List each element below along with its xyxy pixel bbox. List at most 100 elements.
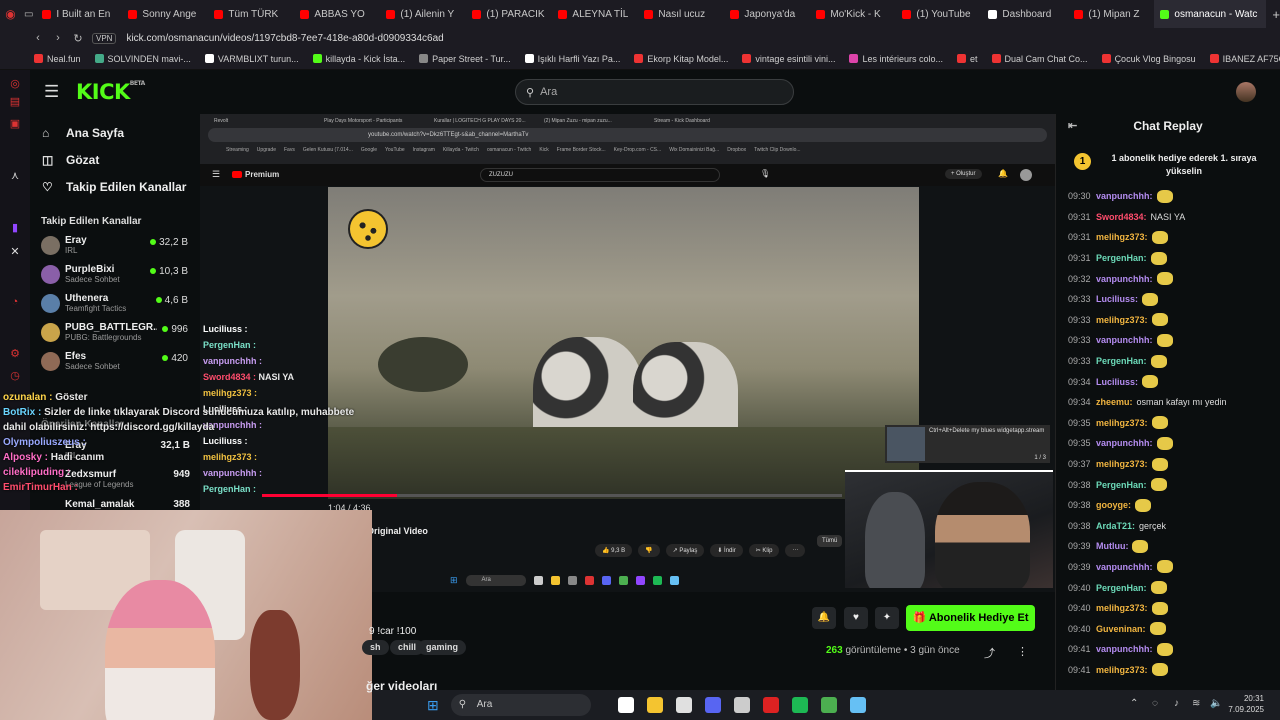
bookmark-item[interactable]: Les intérieurs colo...: [849, 54, 943, 64]
chat-message[interactable]: 09:31 PergenHan:: [1056, 248, 1280, 269]
new-tab-button[interactable]: +: [1272, 7, 1280, 22]
bookmark-item[interactable]: vintage esintili vini...: [742, 54, 835, 64]
sidebar-channel[interactable]: PUBG_BATTLEGR... PUBG: Battlegrounds 996: [30, 320, 200, 349]
chat-username[interactable]: PergenHan:: [1096, 356, 1147, 366]
chat-username[interactable]: melihgz373:: [1096, 418, 1148, 428]
chat-username[interactable]: Mutluu:: [1096, 541, 1128, 551]
collapse-chat-icon[interactable]: ⇤: [1068, 114, 1077, 138]
browser-tab[interactable]: Japonya'da: [724, 0, 810, 28]
taskbar-app-icon[interactable]: [762, 697, 779, 713]
gift-leaderboard-banner[interactable]: 1 1 abonelik hediye ederek 1. sıraya yük…: [1062, 146, 1274, 186]
tray-chevron-icon[interactable]: ⌃: [1130, 698, 1138, 709]
bookmark-item[interactable]: et: [957, 54, 978, 64]
tab-groups-icon[interactable]: ▭: [21, 9, 36, 20]
vpn-badge[interactable]: VPN: [92, 32, 117, 44]
forward-icon[interactable]: ›: [48, 32, 68, 44]
nav-takip-edilen-kanallar[interactable]: ♡ Takip Edilen Kanallar: [30, 173, 200, 200]
nav-ana-sayfa[interactable]: ⌂ Ana Sayfa: [30, 119, 200, 146]
browser-tab[interactable]: Sonny Ange: [122, 0, 208, 28]
chat-message[interactable]: 09:41 melihgz373:: [1056, 660, 1280, 681]
browser-tab[interactable]: Tüm TÜRK: [208, 0, 294, 28]
follow-heart-button[interactable]: ♥: [844, 607, 868, 629]
notification-bell-button[interactable]: 🔔: [812, 607, 836, 629]
bookmark-item[interactable]: Işıklı Harfli Yazı Pa...: [524, 54, 620, 64]
taskbar-app-icon[interactable]: [791, 697, 808, 713]
chat-username[interactable]: PergenHan:: [1096, 480, 1147, 490]
chat-username[interactable]: vanpunchhh:: [1096, 274, 1153, 284]
chat-username[interactable]: ArdaT21:: [1096, 521, 1135, 531]
chat-username[interactable]: zheemu:: [1096, 397, 1133, 407]
chat-username[interactable]: vanpunchhh:: [1096, 335, 1153, 345]
browser-menu-icon[interactable]: ◉: [0, 7, 21, 21]
browser-tab[interactable]: (1) YouTube: [896, 0, 982, 28]
reload-icon[interactable]: ↻: [68, 32, 88, 45]
chat-message[interactable]: 09:37 melihgz373:: [1056, 454, 1280, 475]
chat-username[interactable]: gooyge:: [1096, 500, 1131, 510]
chat-message[interactable]: 09:35 vanpunchhh:: [1056, 433, 1280, 454]
sidebar-channel[interactable]: PurpleBixi Sadece Sohbet 10,3 B: [30, 262, 200, 291]
browser-tab[interactable]: I Built an En: [36, 0, 122, 28]
bookmark-item[interactable]: Neal.fun: [34, 54, 81, 64]
kick-logo[interactable]: KICKBETA: [76, 80, 145, 104]
more-options-icon[interactable]: ⋮: [1017, 645, 1028, 658]
bookmark-item[interactable]: killayda - Kick İsta...: [312, 54, 405, 64]
back-icon[interactable]: ‹: [28, 32, 48, 44]
bookmark-item[interactable]: Ekorp Kitap Model...: [634, 54, 728, 64]
chat-message[interactable]: 09:31 melihgz373:: [1056, 227, 1280, 248]
mic-icon[interactable]: ♪: [1174, 698, 1179, 709]
tag-gaming[interactable]: gaming: [418, 640, 467, 655]
sidebar-channel-kemal[interactable]: Kemal_amalak 388: [65, 499, 190, 510]
sidebar-channel[interactable]: Eray IRL 32,2 B: [30, 233, 200, 262]
chat-username[interactable]: Sword4834:: [1096, 212, 1147, 222]
chat-username[interactable]: Luciliuss:: [1096, 377, 1138, 387]
chat-username[interactable]: vanpunchhh:: [1096, 191, 1153, 201]
chat-message[interactable]: 09:34 Luciliuss:: [1056, 371, 1280, 392]
bookmark-item[interactable]: Dual Cam Chat Co...: [991, 54, 1088, 64]
taskbar-app-icon[interactable]: [733, 697, 750, 713]
tag-sh[interactable]: sh: [362, 640, 389, 655]
nav-gözat[interactable]: ◫ Gözat: [30, 146, 200, 173]
chat-message[interactable]: 09:30 vanpunchhh:: [1056, 186, 1280, 207]
chat-message[interactable]: 09:38 ArdaT21: gerçek: [1056, 516, 1280, 537]
network-icon[interactable]: ◌: [1152, 698, 1158, 709]
chat-message[interactable]: 09:38 PergenHan:: [1056, 474, 1280, 495]
user-avatar[interactable]: [1236, 82, 1256, 102]
chat-message[interactable]: 09:39 Mutluu:: [1056, 536, 1280, 557]
sparkle-button[interactable]: ✦: [875, 607, 899, 629]
bookmark-item[interactable]: VARMBLIXT turun...: [204, 54, 299, 64]
clock-side-icon[interactable]: ◷: [9, 370, 21, 382]
browser-tab[interactable]: (1) Mipan Z: [1068, 0, 1154, 28]
taskbar-app-icon[interactable]: [646, 697, 663, 713]
taskbar-app-icon[interactable]: [704, 697, 721, 713]
chat-message[interactable]: 09:33 vanpunchhh:: [1056, 330, 1280, 351]
chat-username[interactable]: melihgz373:: [1096, 232, 1148, 242]
sidebar-channel[interactable]: Uthenera Teamfight Tactics 4,6 B: [30, 291, 200, 320]
chat-username[interactable]: PergenHan:: [1096, 253, 1147, 263]
taskbar-app-icon[interactable]: [820, 697, 837, 713]
chat-message[interactable]: 09:33 Luciliuss:: [1056, 289, 1280, 310]
chat-message[interactable]: 09:41 vanpunchhh:: [1056, 639, 1280, 660]
chat-message[interactable]: 09:34 zheemu: osman kafayı mı yedin: [1056, 392, 1280, 413]
bookmark-item[interactable]: Paper Street - Tur...: [419, 54, 511, 64]
browser-tab[interactable]: (1) Ailenin Y: [380, 0, 466, 28]
hamburger-menu-icon[interactable]: ☰: [44, 82, 66, 102]
taskbar-app-icon[interactable]: [675, 697, 692, 713]
browser-tab[interactable]: ALEYNA TİL: [552, 0, 638, 28]
chat-username[interactable]: Guveninan:: [1096, 624, 1146, 634]
taskbar-clock[interactable]: 20:31 7.09.2025: [1228, 693, 1264, 715]
browser-tab[interactable]: Mo'Kick - K: [810, 0, 896, 28]
chat-username[interactable]: PergenHan:: [1096, 583, 1147, 593]
chat-username[interactable]: vanpunchhh:: [1096, 438, 1153, 448]
chat-username[interactable]: melihgz373:: [1096, 459, 1148, 469]
chat-message[interactable]: 09:31 Sword4834: NASI YA: [1056, 207, 1280, 228]
chat-username[interactable]: melihgz373:: [1096, 665, 1148, 675]
chat-message[interactable]: 09:39 vanpunchhh:: [1056, 557, 1280, 578]
chat-message[interactable]: 09:40 melihgz373:: [1056, 598, 1280, 619]
gift-subscription-button[interactable]: 🎁 Abonelik Hediye Et: [906, 605, 1035, 631]
search-input[interactable]: ⚲ Ara: [515, 79, 794, 105]
taskbar-app-icon[interactable]: [617, 697, 634, 713]
taskbar-app-icon[interactable]: [849, 697, 866, 713]
browser-tab[interactable]: (1) PARACIK: [466, 0, 552, 28]
bookmark-item[interactable]: Çocuk Vlog Bingosu: [1101, 54, 1196, 64]
volume-icon[interactable]: 🔈: [1210, 698, 1222, 709]
